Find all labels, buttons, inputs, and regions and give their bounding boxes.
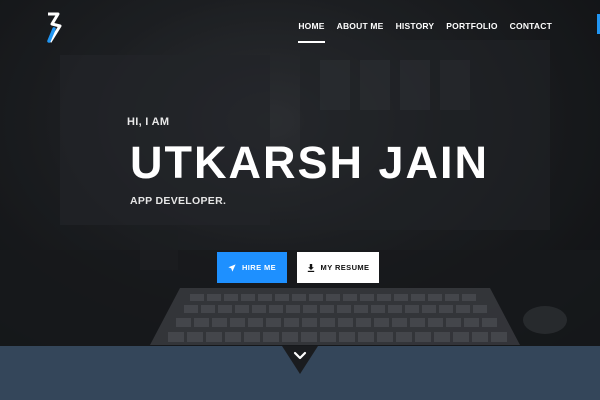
hire-me-button[interactable]: HIRE ME [217, 252, 287, 283]
hero-role: APP DEVELOPER. [130, 195, 227, 207]
nav-item-contact[interactable]: CONTACT [510, 21, 552, 37]
my-resume-button[interactable]: MY RESUME [297, 252, 379, 283]
scroll-down-button[interactable] [282, 346, 318, 376]
main-nav: HOME ABOUT ME HISTORY PORTFOLIO CONTACT [298, 21, 552, 43]
nav-item-about-me[interactable]: ABOUT ME [337, 21, 384, 37]
nav-item-portfolio[interactable]: PORTFOLIO [446, 21, 497, 37]
nav-item-history[interactable]: HISTORY [396, 21, 435, 37]
hire-me-label: HIRE ME [241, 263, 277, 272]
download-icon [307, 263, 314, 272]
hero-greeting: HI, I AM [127, 116, 170, 128]
my-resume-label: MY RESUME [320, 263, 370, 272]
nav-item-home[interactable]: HOME [298, 21, 325, 43]
hero-name: UTKARSH JAIN [130, 137, 490, 188]
paper-plane-icon [228, 263, 236, 272]
s-logo-icon[interactable] [44, 12, 66, 44]
